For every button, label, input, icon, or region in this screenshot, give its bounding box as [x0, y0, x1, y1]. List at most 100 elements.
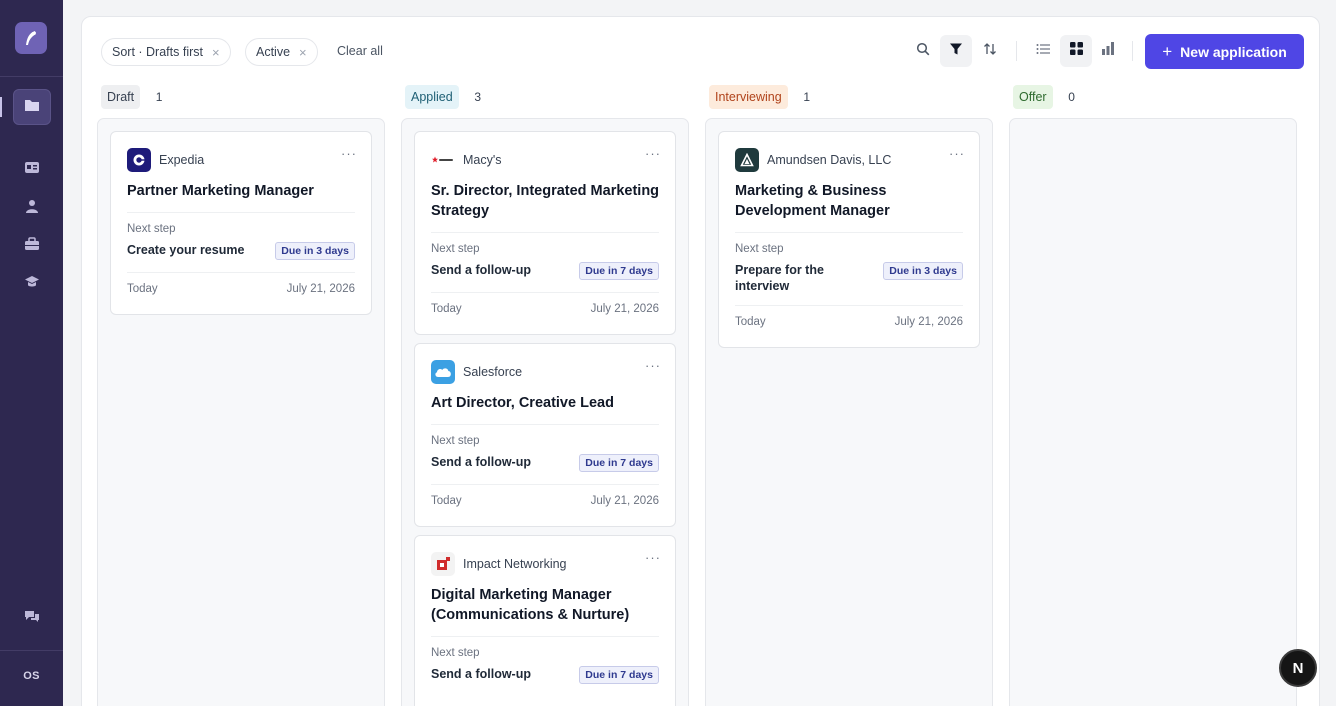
list-view-button[interactable] [1027, 35, 1059, 67]
next-step-value: Send a follow-up [431, 667, 531, 681]
stage-badge: Offer [1013, 85, 1053, 109]
stage-count: 1 [155, 90, 163, 104]
id-card-icon [24, 161, 40, 179]
job-title: Partner Marketing Manager [127, 183, 314, 199]
job-title: Marketing & Business Development Manager [735, 183, 890, 219]
next-step-label: Next step [127, 223, 176, 235]
filter-chip-active[interactable]: Active × [245, 38, 318, 66]
company: Salesforce [431, 360, 522, 384]
graduation-cap-icon [24, 275, 40, 294]
board-view-button[interactable] [1060, 35, 1092, 67]
sidebar-item-jobs[interactable] [13, 228, 51, 264]
next-step-label: Next step [431, 243, 480, 255]
stage-count: 3 [474, 90, 482, 104]
job-title: Sr. Director, Integrated Marketing Strat… [431, 183, 660, 219]
application-card-impact-networking[interactable]: Impact Networking ··· Digital Marketing … [414, 535, 676, 706]
next-step-value: Send a follow-up [431, 263, 531, 277]
next-step-value: Prepare for the interview [735, 263, 824, 293]
divider [431, 484, 659, 485]
list-icon [1036, 42, 1050, 60]
sidebar-item-learning[interactable] [13, 266, 51, 302]
app-logo-icon[interactable] [15, 22, 47, 54]
date-label: July 21, 2026 [286, 283, 355, 295]
search-button[interactable] [907, 35, 939, 67]
sort-arrows-icon [983, 42, 997, 61]
date-label: July 21, 2026 [590, 495, 659, 507]
divider [431, 424, 659, 425]
stage-count: 1 [803, 90, 811, 104]
sidebar-item-resumes[interactable] [13, 152, 51, 188]
company: Expedia [127, 148, 204, 172]
next-step-label: Next step [735, 243, 784, 255]
more-options-icon[interactable]: ··· [341, 146, 357, 161]
stage-badge: Interviewing [709, 85, 788, 109]
column-interviewing: Amundsen Davis, LLC ··· Marketing & Busi… [705, 118, 993, 706]
created-label: Today [735, 316, 766, 328]
company-name: Macy's [463, 153, 502, 167]
application-card-macys[interactable]: Macy's ··· Sr. Director, Integrated Mark… [414, 131, 676, 335]
toolbar-divider [1016, 41, 1017, 61]
amundsen-davis-logo-icon [735, 148, 759, 172]
user-avatar[interactable]: OS [0, 670, 63, 682]
company-name: Amundsen Davis, LLC [767, 153, 892, 167]
more-options-icon[interactable]: ··· [645, 550, 661, 565]
divider [735, 305, 963, 306]
sidebar-item-profile[interactable] [13, 190, 51, 226]
sidebar-item-applications[interactable] [13, 89, 51, 125]
person-icon [25, 199, 39, 218]
feedback-chat-icon [24, 610, 40, 629]
clear-all-button[interactable]: Clear all [337, 44, 383, 58]
divider [127, 272, 355, 273]
column-header-interviewing: Interviewing 1 [709, 85, 818, 109]
expedia-logo-icon [127, 148, 151, 172]
column-header-draft: Draft 1 [101, 85, 170, 109]
sidebar-divider [0, 76, 63, 77]
due-badge: Due in 7 days [579, 262, 659, 280]
sidebar-item-feedback[interactable] [13, 601, 51, 637]
close-icon[interactable]: × [299, 45, 307, 60]
assistant-button[interactable]: N [1279, 649, 1317, 687]
due-badge: Due in 7 days [579, 666, 659, 684]
company-name: Salesforce [463, 365, 523, 379]
due-badge: Due in 3 days [883, 262, 963, 280]
created-label: Today [431, 495, 462, 507]
due-badge: Due in 3 days [275, 242, 355, 260]
macys-star-logo-icon [431, 148, 455, 172]
stats-view-button[interactable] [1092, 35, 1124, 67]
application-card-expedia[interactable]: Expedia ··· Partner Marketing Manager Ne… [110, 131, 372, 315]
divider [431, 232, 659, 233]
sidebar: OS [0, 0, 63, 706]
plus-icon: + [1162, 41, 1173, 61]
more-options-icon[interactable]: ··· [645, 146, 661, 161]
more-options-icon[interactable]: ··· [645, 358, 661, 373]
column-applied: Macy's ··· Sr. Director, Integrated Mark… [401, 118, 689, 706]
bar-chart-icon [1101, 42, 1115, 60]
more-options-icon[interactable]: ··· [949, 146, 965, 161]
new-application-button[interactable]: + New application [1145, 34, 1304, 69]
stage-badge: Draft [101, 85, 141, 109]
next-step-value: Send a follow-up [431, 455, 531, 469]
application-card-salesforce[interactable]: Salesforce ··· Art Director, Creative Le… [414, 343, 676, 527]
new-application-label: New application [1180, 43, 1287, 60]
folder-icon [24, 98, 40, 117]
chip-label: Active [256, 45, 291, 59]
next-step-label: Next step [431, 647, 480, 659]
sort-button[interactable] [974, 35, 1006, 67]
funnel-icon [949, 42, 963, 61]
due-badge: Due in 7 days [579, 454, 659, 472]
close-icon[interactable]: × [212, 45, 220, 60]
company-name: Impact Networking [463, 557, 567, 571]
board-panel: Sort · Drafts first × Active × Clear all [81, 16, 1320, 706]
job-title: Digital Marketing Manager (Communication… [431, 587, 630, 623]
date-label: July 21, 2026 [590, 303, 659, 315]
filter-button[interactable] [940, 35, 972, 67]
filter-chip-sort[interactable]: Sort · Drafts first × [101, 38, 231, 66]
sidebar-divider [0, 650, 63, 651]
date-label: July 21, 2026 [894, 316, 963, 328]
divider [735, 232, 963, 233]
application-card-amundsen-davis[interactable]: Amundsen Davis, LLC ··· Marketing & Busi… [718, 131, 980, 348]
column-offer [1009, 118, 1297, 706]
column-header-offer: Offer 0 [1013, 85, 1083, 109]
company: Impact Networking [431, 552, 567, 576]
created-label: Today [431, 303, 462, 315]
